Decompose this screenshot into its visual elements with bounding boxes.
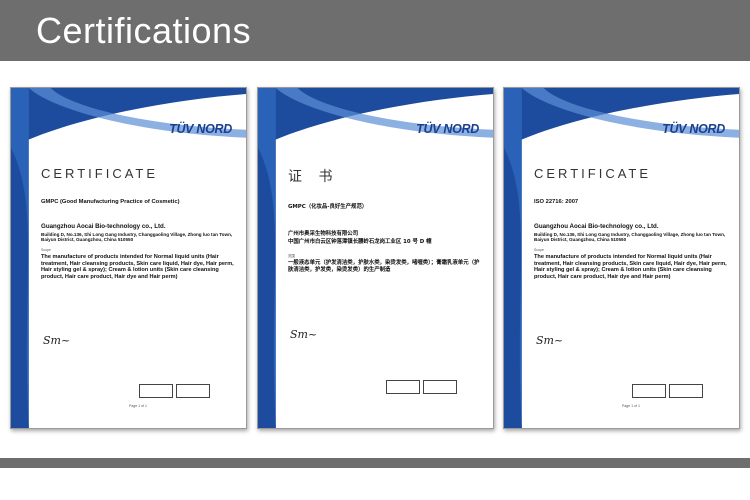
page-number: Page 1 of 1 [129, 404, 147, 408]
scope-label: 范围 [288, 254, 295, 258]
certificate-heading: CERTIFICATE [534, 166, 652, 181]
company-address: Building D, No.136, Shi Long Gang Indust… [534, 232, 726, 243]
company-address: 中国广州市白云区钟落潭镇长腰岭石龙岗工业区 10 号 D 幢 [288, 239, 432, 245]
page-title: Certifications [36, 10, 252, 51]
tuv-nord-logo: TÜV NORD [416, 122, 479, 136]
signature: Sm~ [290, 328, 318, 341]
stamp-box [423, 380, 457, 394]
certificate-image-gmpc-en[interactable]: TÜV NORD CERTIFICATE GMPC (Good Manufact… [10, 87, 247, 429]
certificate-heading: 证 书 [288, 169, 339, 185]
standard-name: GMPC（化妆品-良好生产规范） [288, 204, 368, 210]
signature: Sm~ [536, 334, 564, 347]
stamp-box [632, 384, 666, 398]
tuv-nord-logo: TÜV NORD [662, 122, 725, 136]
standard-name: ISO 22716: 2007 [534, 199, 579, 205]
scope-text: The manufacture of products intended for… [534, 254, 727, 280]
company-name: Guangzhou Aocai Bio-technology co., Ltd. [41, 223, 166, 230]
footer-bar [0, 458, 750, 468]
standard-name: GMPC (Good Manufacturing Practice of Cos… [41, 199, 180, 205]
tuv-nord-logo: TÜV NORD [169, 122, 232, 136]
company-name: Guangzhou Aocai Bio-technology co., Ltd. [534, 223, 659, 230]
certificate-heading: CERTIFICATE [41, 166, 159, 181]
certificate-image-iso22716[interactable]: TÜV NORD CERTIFICATE ISO 22716: 2007 Gua… [503, 87, 740, 429]
stamp-box [139, 384, 173, 398]
scope-text: The manufacture of products intended for… [41, 254, 234, 280]
stamp-box [176, 384, 210, 398]
scope-label: Scope [41, 248, 51, 252]
page-number: Page 1 of 1 [622, 404, 640, 408]
signature: Sm~ [43, 334, 71, 347]
scope-text: 一般液态单元（护发清洁类，护肤水类，染烫发类，啫喱类）；膏霜乳液单元（护肤清洁类… [288, 260, 480, 273]
company-name: 广州市奥采生物科技有限公司 [288, 231, 359, 237]
company-address: Building D, No.136, Shi Long Gang Indust… [41, 232, 233, 243]
scope-label: Scope [534, 248, 544, 252]
certificate-image-gmpc-cn[interactable]: TÜV NORD 证 书 GMPC（化妆品-良好生产规范） 广州市奥采生物科技有… [257, 87, 494, 429]
header-bar: Certifications [0, 0, 750, 61]
stamp-box [386, 380, 420, 394]
stamp-box [669, 384, 703, 398]
